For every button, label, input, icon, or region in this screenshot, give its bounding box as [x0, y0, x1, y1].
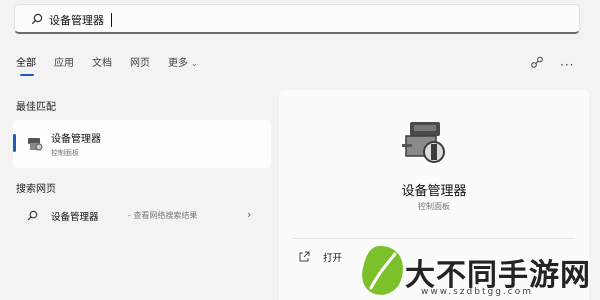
web-search-hint: - 查看网络搜索结果	[128, 211, 198, 220]
more-options-icon[interactable]: ···	[560, 58, 574, 72]
web-search-result[interactable]: 设备管理器 - 查看网络搜索结果 ›	[13, 204, 271, 228]
tab-apps[interactable]: 应用	[54, 56, 74, 74]
best-match-heading: 最佳匹配	[16, 102, 56, 113]
filter-tabs: 全部 应用 文档 网页 更多 ⌄	[16, 56, 216, 76]
tab-web[interactable]: 网页	[130, 56, 150, 74]
watermark-url: www.szdbtgg.com	[421, 287, 533, 297]
chevron-down-icon: ⌄	[191, 59, 198, 68]
best-match-subtitle: 控制面板	[51, 149, 79, 157]
tab-documents-label: 文档	[92, 58, 112, 69]
tab-all-label: 全部	[16, 58, 36, 69]
tab-web-label: 网页	[130, 58, 150, 69]
selection-indicator	[13, 134, 16, 152]
details-app-name: 设备管理器	[401, 184, 467, 199]
search-icon	[31, 13, 43, 25]
best-match-name: 设备管理器	[51, 134, 101, 145]
open-external-icon	[299, 251, 310, 262]
tab-documents[interactable]: 文档	[92, 56, 112, 74]
share-icon[interactable]	[530, 56, 544, 70]
web-search-heading: 搜索网页	[16, 184, 56, 195]
device-manager-icon	[28, 138, 43, 151]
web-search-query: 设备管理器	[51, 212, 99, 223]
search-icon	[27, 210, 38, 221]
search-box[interactable]: 设备管理器	[14, 4, 580, 34]
best-match-result[interactable]: 设备管理器 控制面板	[13, 120, 271, 168]
tab-more[interactable]: 更多 ⌄	[168, 56, 198, 74]
tab-more-label: 更多	[168, 58, 188, 69]
divider	[293, 238, 575, 239]
search-input[interactable]: 设备管理器	[49, 10, 249, 30]
open-label: 打开	[323, 253, 343, 264]
details-app-subtitle: 控制面板	[418, 202, 450, 211]
tab-apps-label: 应用	[54, 58, 74, 69]
text-cursor	[111, 13, 112, 27]
device-manager-large-icon	[402, 122, 445, 163]
tab-all[interactable]: 全部	[16, 56, 36, 76]
chevron-right-icon: ›	[247, 208, 252, 221]
